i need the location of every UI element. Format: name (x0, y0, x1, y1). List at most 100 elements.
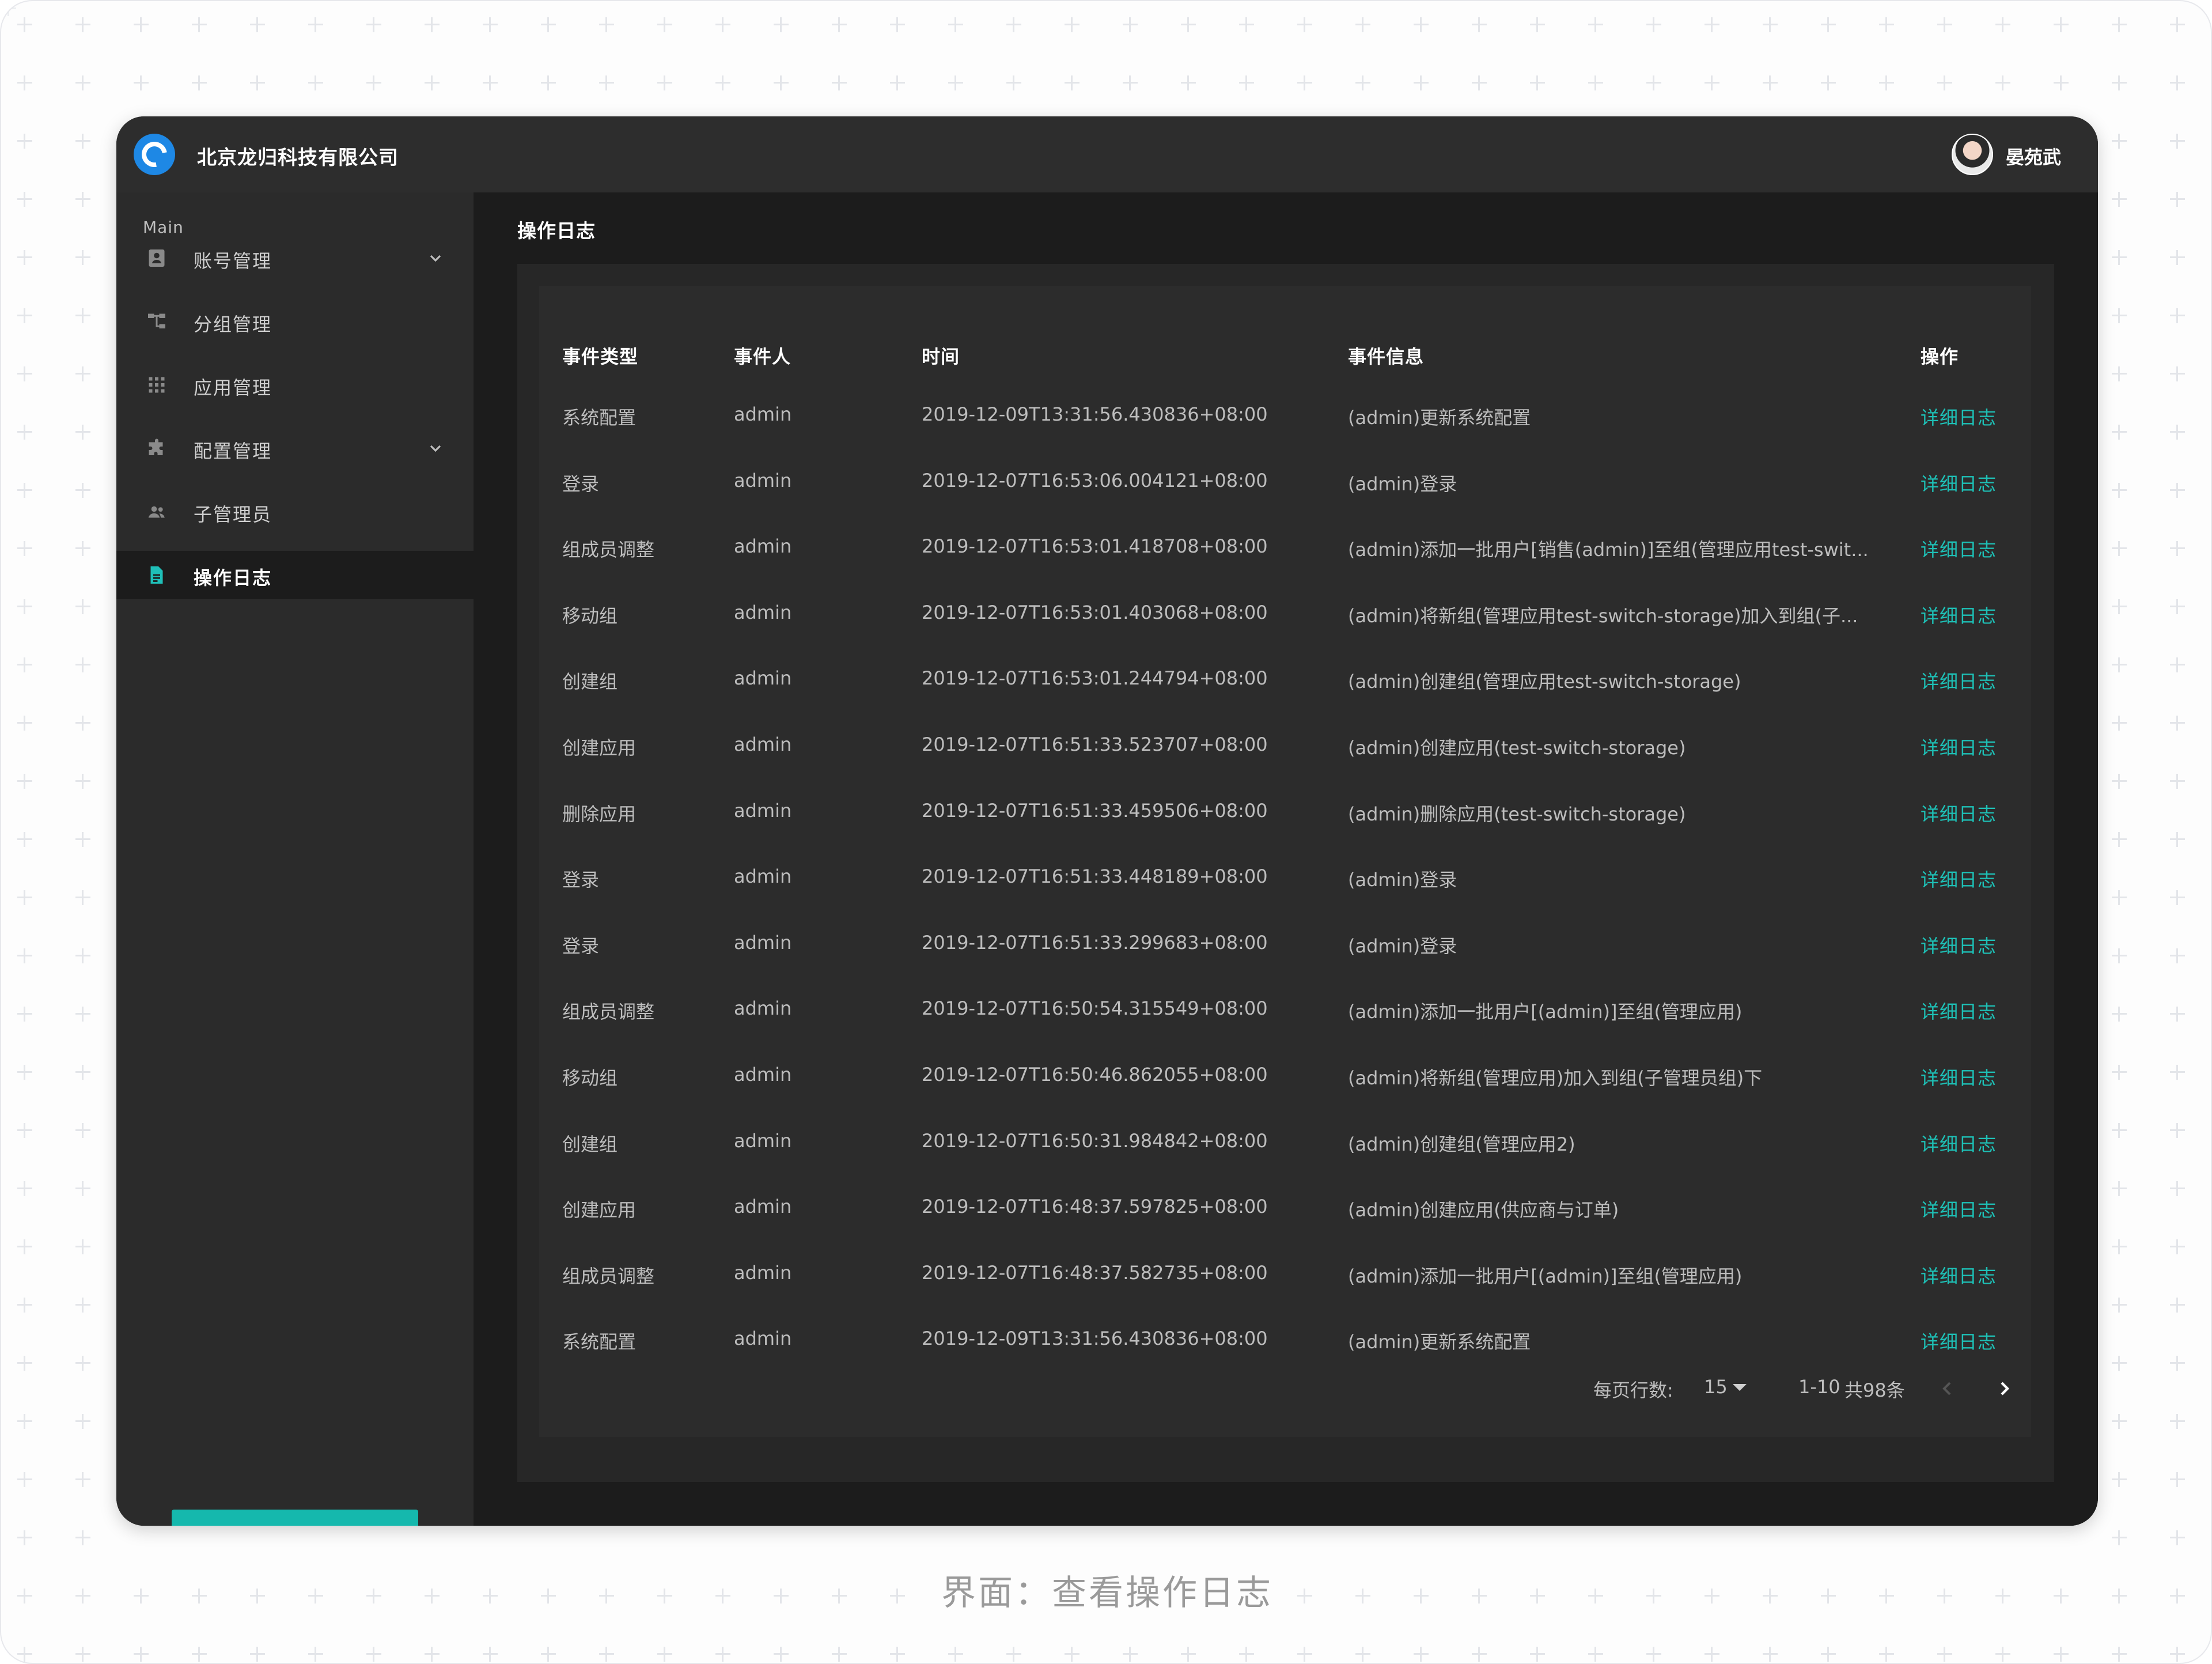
plus-decoration (134, 1647, 149, 1662)
plus-decoration (17, 1123, 32, 1138)
plus-decoration (599, 1647, 614, 1662)
plus-decoration (890, 1647, 905, 1662)
detail-log-link[interactable]: 详细日志 (1921, 602, 1997, 628)
plus-decoration (2170, 250, 2185, 265)
plus-decoration (2170, 541, 2185, 556)
plus-decoration (1006, 75, 1021, 90)
detail-log-link[interactable]: 详细日志 (1921, 800, 1997, 826)
plus-decoration (2112, 250, 2127, 265)
plus-decoration (1006, 1647, 1021, 1662)
plus-decoration (2170, 1007, 2185, 1022)
plus-decoration (1239, 1647, 1254, 1662)
plus-decoration (366, 75, 381, 90)
plus-decoration (2112, 541, 2127, 556)
dropdown-caret-icon[interactable] (1733, 1384, 1747, 1391)
sidebar-item-label: 操作日志 (194, 567, 272, 589)
plus-decoration (2112, 1007, 2127, 1022)
back-to-workspace-button[interactable]: 返回工作台 (172, 1510, 418, 1526)
apps-grid-icon (149, 377, 165, 393)
figure-caption: 界面：查看操作日志 (941, 1573, 1273, 1613)
detail-log-link[interactable]: 详细日志 (1921, 667, 1997, 694)
chevron-down-icon[interactable] (426, 439, 445, 457)
table-row: 登录 admin 2019-12-07T16:53:06.004121+08:00 (… (539, 448, 2031, 514)
detail-log-link[interactable]: 详细日志 (1921, 997, 1997, 1024)
plus-decoration (2170, 1647, 2185, 1662)
detail-log-link[interactable]: 详细日志 (1921, 733, 1997, 760)
plus-decoration (2112, 1414, 2127, 1429)
detail-log-link[interactable]: 详细日志 (1921, 403, 1997, 430)
plus-decoration (657, 17, 672, 32)
user-avatar[interactable] (1952, 134, 1993, 175)
plus-decoration (75, 657, 90, 672)
plus-decoration (75, 1356, 90, 1371)
column-header-time: 时间 (922, 346, 960, 368)
sidebar-item-subadmin[interactable]: 子管理员 (116, 487, 474, 536)
user-name[interactable]: 晏苑武 (2006, 143, 2061, 169)
sidebar-item-group[interactable]: 分组管理 (116, 297, 474, 346)
detail-log-link[interactable]: 详细日志 (1921, 1196, 1997, 1222)
detail-log-link[interactable]: 详细日志 (1921, 470, 1997, 496)
page-range: 1-10 (1798, 1376, 1840, 1398)
plus-decoration (75, 366, 90, 381)
plus-decoration (425, 17, 440, 32)
prev-page-icon[interactable] (1936, 1377, 1959, 1400)
plus-decoration (2170, 1123, 2185, 1138)
plus-decoration (1995, 75, 2010, 90)
detail-log-link[interactable]: 详细日志 (1921, 932, 1997, 958)
cell-event-info: (admin)创建组(管理应用test-switch-storage) (1348, 671, 1741, 693)
detail-log-link[interactable]: 详细日志 (1921, 1328, 1997, 1354)
plus-decoration (1879, 1647, 1894, 1662)
plus-decoration (1530, 1647, 1545, 1662)
company-logo-icon[interactable] (134, 134, 175, 175)
plus-decoration (2170, 890, 2185, 905)
cell-event-time: 2019-12-07T16:48:37.597825+08:00 (922, 1196, 1268, 1218)
cell-event-info: (admin)更新系统配置 (1348, 1331, 1531, 1353)
cell-event-user: admin (734, 1129, 792, 1152)
sidebar-item-label: 账号管理 (194, 250, 272, 272)
plus-decoration (308, 75, 323, 90)
plus-decoration (2112, 1123, 2127, 1138)
cell-event-type: 组成员调整 (562, 1001, 655, 1023)
chevron-down-icon[interactable] (426, 249, 445, 267)
cell-event-type: 系统配置 (562, 407, 637, 429)
detail-log-link[interactable]: 详细日志 (1921, 1130, 1997, 1156)
next-page-icon[interactable] (1993, 1377, 2016, 1400)
plus-decoration (2112, 1239, 2127, 1254)
sidebar-item-account[interactable]: 账号管理 (116, 234, 474, 282)
plus-decoration (250, 17, 265, 32)
plus-decoration (483, 1647, 498, 1662)
plus-decoration (1355, 1647, 1370, 1662)
detail-log-link[interactable]: 详细日志 (1921, 1064, 1997, 1090)
cell-event-type: 移动组 (562, 604, 618, 627)
cell-event-user: admin (734, 1328, 792, 1350)
detail-log-link[interactable]: 详细日志 (1921, 1262, 1997, 1288)
sidebar-item-oplog[interactable]: 操作日志 (116, 551, 474, 599)
plus-decoration (17, 1298, 32, 1313)
plus-decoration (2112, 774, 2127, 789)
table-row: 移动组 admin 2019-12-07T16:50:46.862055+08:00… (539, 1042, 2031, 1108)
rows-per-page-value[interactable]: 15 (1704, 1376, 1728, 1398)
plus-decoration (599, 17, 614, 32)
plus-decoration (1821, 1647, 1836, 1662)
detail-log-link[interactable]: 详细日志 (1921, 535, 1997, 562)
detail-log-link[interactable]: 详细日志 (1921, 865, 1997, 892)
cell-event-info: (admin)将新组(管理应用)加入到组(子管理员组)下 (1348, 1067, 1763, 1089)
table-row: 组成员调整 admin 2019-12-07T16:50:54.315549+08:… (539, 975, 2031, 1042)
sidebar-item-config[interactable]: 配置管理 (116, 424, 474, 472)
plus-decoration (192, 17, 207, 32)
cell-event-time: 2019-12-07T16:53:01.418708+08:00 (922, 535, 1268, 558)
plus-decoration (250, 1647, 265, 1662)
plus-decoration (2054, 75, 2069, 90)
column-header-info: 事件信息 (1348, 346, 1425, 368)
cell-event-time: 2019-12-07T16:53:01.244794+08:00 (922, 667, 1268, 690)
plus-decoration (75, 1239, 90, 1254)
table-row: 系统配置 admin 2019-12-09T13:31:56.430836+08:0… (539, 1306, 2031, 1372)
plus-decoration (134, 17, 149, 32)
cell-event-time: 2019-12-07T16:53:01.403068+08:00 (922, 601, 1268, 623)
plus-decoration (657, 75, 672, 90)
cell-event-type: 创建组 (562, 1133, 618, 1155)
sidebar-item-apps[interactable]: 应用管理 (116, 361, 474, 409)
cell-event-info: (admin)创建组(管理应用2) (1348, 1133, 1575, 1155)
plus-decoration (308, 17, 323, 32)
plus-decoration (2112, 1065, 2127, 1080)
